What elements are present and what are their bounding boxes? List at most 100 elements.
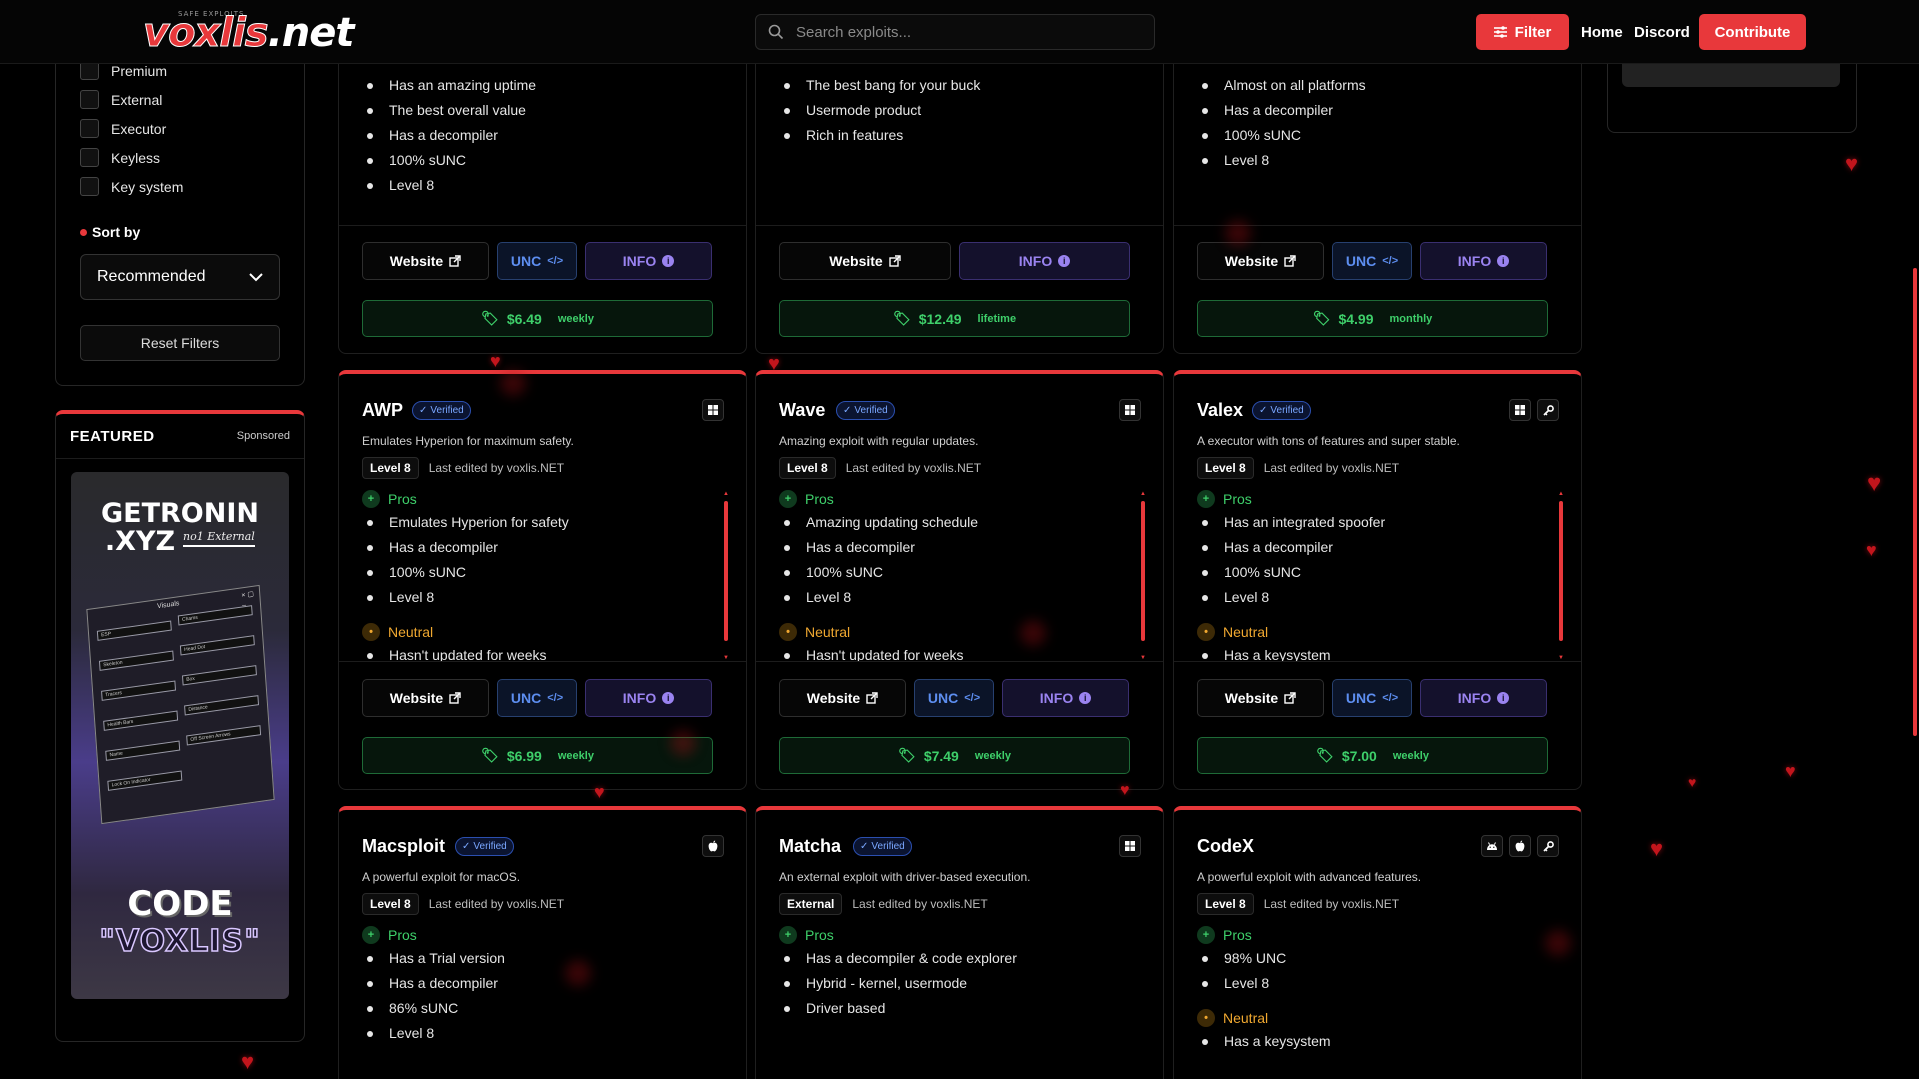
website-button[interactable]: Website xyxy=(362,679,489,717)
code-icon: </> xyxy=(964,692,981,704)
ad-row: Health Bars xyxy=(103,710,179,731)
website-button[interactable]: Website xyxy=(779,679,906,717)
filter-button[interactable]: Filter xyxy=(1476,14,1569,50)
windows-icon xyxy=(1119,399,1141,421)
exploit-meta: Level 8 Last edited by voxlis.NET xyxy=(362,457,564,479)
heart-icon: ♥ xyxy=(1867,470,1882,497)
list-item: 86% sUNC xyxy=(367,996,505,1021)
heart-icon: ♥ xyxy=(1785,761,1796,781)
platform-icons xyxy=(1119,835,1141,857)
close-icon: × ▢ _ xyxy=(241,590,255,607)
checkbox[interactable] xyxy=(80,177,99,196)
price-badge[interactable]: 🏷 $4.99 monthly xyxy=(1197,300,1548,337)
nav-discord-link[interactable]: Discord xyxy=(1634,24,1690,41)
list-item: Has a decompiler xyxy=(784,535,978,560)
info-button[interactable]: INFO i xyxy=(585,679,712,717)
card-scrollbar[interactable] xyxy=(724,501,728,641)
tag-icon: 🏷 xyxy=(892,310,911,326)
website-button[interactable]: Website xyxy=(1197,242,1324,280)
platform-icons xyxy=(702,835,724,857)
unc-button[interactable]: UNC </> xyxy=(914,679,994,717)
list-item: 100% sUNC xyxy=(1202,560,1385,585)
filter-key-system[interactable]: Key system xyxy=(80,177,183,196)
apple-icon xyxy=(1509,835,1531,857)
dot-icon: • xyxy=(1197,1009,1215,1027)
exploit-description: A powerful exploit for macOS. xyxy=(362,870,521,884)
checkbox[interactable] xyxy=(80,90,99,109)
checkbox[interactable] xyxy=(80,119,99,138)
last-edited: Last edited by voxlis.NET xyxy=(845,461,982,475)
plus-icon: + xyxy=(362,490,380,508)
dot-icon: • xyxy=(779,623,797,641)
exploit-name[interactable]: CodeX xyxy=(1197,836,1254,857)
pros-list: The best bang for your buck Usermode pro… xyxy=(784,73,980,148)
exploit-name[interactable]: Matcha xyxy=(779,836,841,857)
filter-keyless[interactable]: Keyless xyxy=(80,148,160,167)
info-button[interactable]: INFO i xyxy=(1420,679,1547,717)
list-item: Driver based xyxy=(784,996,1017,1021)
sponsored-ad[interactable]: GETRONIN .XYZ no1 External Visuals × ▢ _… xyxy=(71,472,289,999)
neutral-list: Hasn't updated for weeks xyxy=(367,643,547,661)
list-item: Has a keysystem xyxy=(1202,1029,1331,1054)
website-button[interactable]: Website xyxy=(362,242,489,280)
list-item: The best bang for your buck xyxy=(784,73,980,98)
site-logo[interactable]: voxlis.net xyxy=(143,8,355,58)
top-navbar: SAFE EXPLOITS voxlis.net Filter Home Dis… xyxy=(0,0,1919,64)
checkbox[interactable] xyxy=(80,148,99,167)
list-item: Has a decompiler xyxy=(1202,535,1385,560)
heart-icon: ♥ xyxy=(1845,151,1859,176)
check-icon: ✓ xyxy=(843,405,852,416)
sort-select[interactable]: Recommended xyxy=(80,254,280,300)
unc-button[interactable]: UNC </> xyxy=(1332,679,1412,717)
exploit-card-wave: Wave ✓ Verified Amazing exploit with regu… xyxy=(755,370,1164,790)
exploit-name[interactable]: Valex xyxy=(1197,400,1243,421)
contribute-button[interactable]: Contribute xyxy=(1699,14,1806,50)
page-scrollbar[interactable] xyxy=(1913,268,1917,736)
level-badge: Level 8 xyxy=(362,457,419,479)
glow-decoration xyxy=(1545,930,1571,956)
card-buttons: Website UNC </> INFO i xyxy=(362,242,712,280)
filter-external[interactable]: External xyxy=(80,90,162,109)
verified-badge: ✓ Verified xyxy=(412,401,471,420)
windows-icon xyxy=(702,399,724,421)
info-icon: i xyxy=(662,255,675,267)
pros-label: + Pros xyxy=(362,490,417,508)
search-bar[interactable] xyxy=(755,14,1155,50)
scroll-up-icon[interactable]: ▲ xyxy=(1140,491,1146,497)
scroll-up-icon[interactable]: ▲ xyxy=(1558,491,1564,497)
website-button[interactable]: Website xyxy=(1197,679,1324,717)
card-scrollbar[interactable] xyxy=(1141,501,1145,641)
ad-row: Off Screen Arrows xyxy=(186,725,262,746)
sponsored-label: Sponsored xyxy=(236,430,290,442)
unc-button[interactable]: UNC </> xyxy=(1332,242,1412,280)
pros-label: + Pros xyxy=(1197,490,1252,508)
divider xyxy=(339,225,746,226)
list-item: Level 8 xyxy=(367,585,569,610)
list-item: Has a decompiler xyxy=(1202,98,1366,123)
website-button[interactable]: Website xyxy=(779,242,951,280)
card-scrollbar[interactable] xyxy=(1559,501,1563,641)
exploit-meta: External Last edited by voxlis.NET xyxy=(779,893,988,915)
info-button[interactable]: INFO i xyxy=(585,242,712,280)
unc-button[interactable]: UNC </> xyxy=(497,242,577,280)
filter-executor[interactable]: Executor xyxy=(80,119,166,138)
info-button[interactable]: INFO i xyxy=(959,242,1130,280)
key-icon xyxy=(1537,835,1559,857)
search-input[interactable] xyxy=(796,15,1146,49)
exploit-name[interactable]: Macsploit xyxy=(362,836,445,857)
unc-button[interactable]: UNC </> xyxy=(497,679,577,717)
scroll-up-icon[interactable]: ▲ xyxy=(723,491,729,497)
price-badge[interactable]: 🏷 $12.49 lifetime xyxy=(779,300,1130,337)
price-badge[interactable]: 🏷 $7.49 weekly xyxy=(779,737,1130,774)
exploit-name[interactable]: AWP xyxy=(362,400,403,421)
reset-filters-button[interactable]: Reset Filters xyxy=(80,325,280,361)
exploit-name[interactable]: Wave xyxy=(779,400,825,421)
info-button[interactable]: INFO i xyxy=(1420,242,1547,280)
info-button[interactable]: INFO i xyxy=(1002,679,1129,717)
price-badge[interactable]: 🏷 $6.49 weekly xyxy=(362,300,713,337)
nav-home-link[interactable]: Home xyxy=(1581,24,1623,41)
platform-icons xyxy=(1119,399,1141,421)
plus-icon: + xyxy=(362,926,380,944)
price-badge[interactable]: 🏷 $6.99 weekly xyxy=(362,737,713,774)
price-badge[interactable]: 🏷 $7.00 weekly xyxy=(1197,737,1548,774)
